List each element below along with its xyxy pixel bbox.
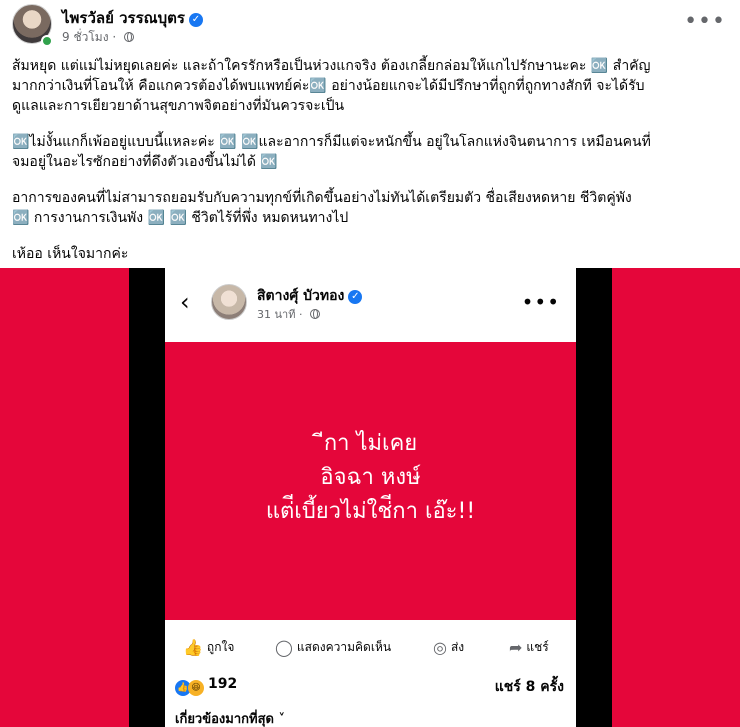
sort-label-text: เกี่ยวข้องมากที่สุด <box>175 712 274 727</box>
embedded-post-meta: 31 นาที · <box>257 305 320 323</box>
post-paragraph: 🆗ไม่งั้นแกก็เพ้ออยู่แบบนี้แหละค่ะ 🆗 🆗และ… <box>12 134 651 170</box>
post-paragraph: ส้มหยุด แต่แม่ไม่หยุดเลยค่ะ และถ้าใครรัก… <box>12 58 651 114</box>
like-label: ถูกใจ <box>206 640 235 654</box>
post-body: ส้มหยุด แต่แม่ไม่หยุดเลยค่ะ และถ้าใครรัก… <box>12 56 728 280</box>
embedded-share-button: ➦ แชร์ <box>509 638 549 657</box>
post-paragraph: เห้ออ เห็นใจมากค่ะ <box>12 246 129 262</box>
reaction-count: 192 <box>208 676 238 692</box>
post-time[interactable]: 9 ชั่วโมง <box>62 30 109 44</box>
embedded-share-count: แชร์ 8 ครั้ง <box>494 679 564 695</box>
comment-label: แสดงความคิดเห็น <box>296 640 392 654</box>
embedded-text-card: ีกา ไม่เคย อิจฉา หงษ์ แต่ีเบี้ยวไม่ใช่ีก… <box>165 342 576 620</box>
card-text-line: แต่ีเบี้ยวไม่ใช่ีกา เอ๊ะ!! <box>265 499 476 524</box>
embedded-sort-label: เกี่ยวข้องมากที่สุด ˅ <box>175 708 285 727</box>
card-text-line: ีกา ไม่เคย <box>323 431 418 456</box>
post-image[interactable]: ‹ สิตางศุ์ บัวทอง ✓ 31 นาที · ••• ีกา ไม่… <box>0 268 740 727</box>
embedded-post-time: 31 นาที <box>257 308 296 321</box>
send-label: ส่ง <box>450 640 465 654</box>
embedded-like-button: 👍 ถูกใจ <box>183 638 234 657</box>
more-options-button[interactable]: ••• <box>684 11 726 33</box>
post-paragraph: อาการของคนที่ไม่สามารถยอมรับกับความทุกข์… <box>12 190 632 226</box>
verified-badge-icon: ✓ <box>188 13 203 27</box>
embedded-comment-button: ◯ แสดงความคิดเห็น <box>275 638 391 657</box>
globe-icon <box>124 32 134 42</box>
card-text-line: อิจฉา หงษ์ <box>320 465 421 490</box>
share-label: แชร์ <box>526 640 549 654</box>
image-black-bar-left <box>129 268 165 727</box>
embedded-author-name: สิตางศุ์ บัวทอง ✓ <box>257 285 363 307</box>
embedded-send-button: ◎ ส่ง <box>433 638 464 657</box>
embedded-author-avatar <box>211 284 247 320</box>
back-arrow-icon: ‹ <box>180 288 190 316</box>
image-black-bar-right <box>576 268 612 727</box>
haha-reaction-icon: 😆 <box>188 680 204 696</box>
like-icon: 👍 <box>183 638 203 657</box>
globe-icon <box>309 309 320 319</box>
embedded-more-icon: ••• <box>521 290 560 314</box>
online-status-icon <box>41 35 53 47</box>
chevron-down-icon: ˅ <box>278 712 286 727</box>
comment-icon: ◯ <box>275 638 293 657</box>
messenger-icon: ◎ <box>433 638 447 657</box>
post-header: ไพรวัลย์ วรรณบุตร ✓ 9 ชั่วโมง · ••• <box>0 0 740 56</box>
embedded-author-name-text: สิตางศุ์ บัวทอง <box>257 288 345 304</box>
author-name-text[interactable]: ไพรวัลย์ วรรณบุตร <box>62 9 185 27</box>
embedded-action-bar: 👍 ถูกใจ ◯ แสดงความคิดเห็น ◎ ส่ง ➦ แชร์ <box>165 632 576 662</box>
verified-badge-icon: ✓ <box>348 290 363 304</box>
embedded-screenshot: ‹ สิตางศุ์ บัวทอง ✓ 31 นาที · ••• ีกา ไม่… <box>165 268 576 727</box>
post-meta: 9 ชั่วโมง · <box>62 28 134 47</box>
author-name[interactable]: ไพรวัลย์ วรรณบุตร ✓ <box>62 6 203 30</box>
share-icon: ➦ <box>509 638 523 657</box>
embedded-stats: 👍 😆 192 แชร์ 8 ครั้ง <box>165 672 576 702</box>
embedded-reactions: 👍 😆 192 <box>175 676 237 696</box>
